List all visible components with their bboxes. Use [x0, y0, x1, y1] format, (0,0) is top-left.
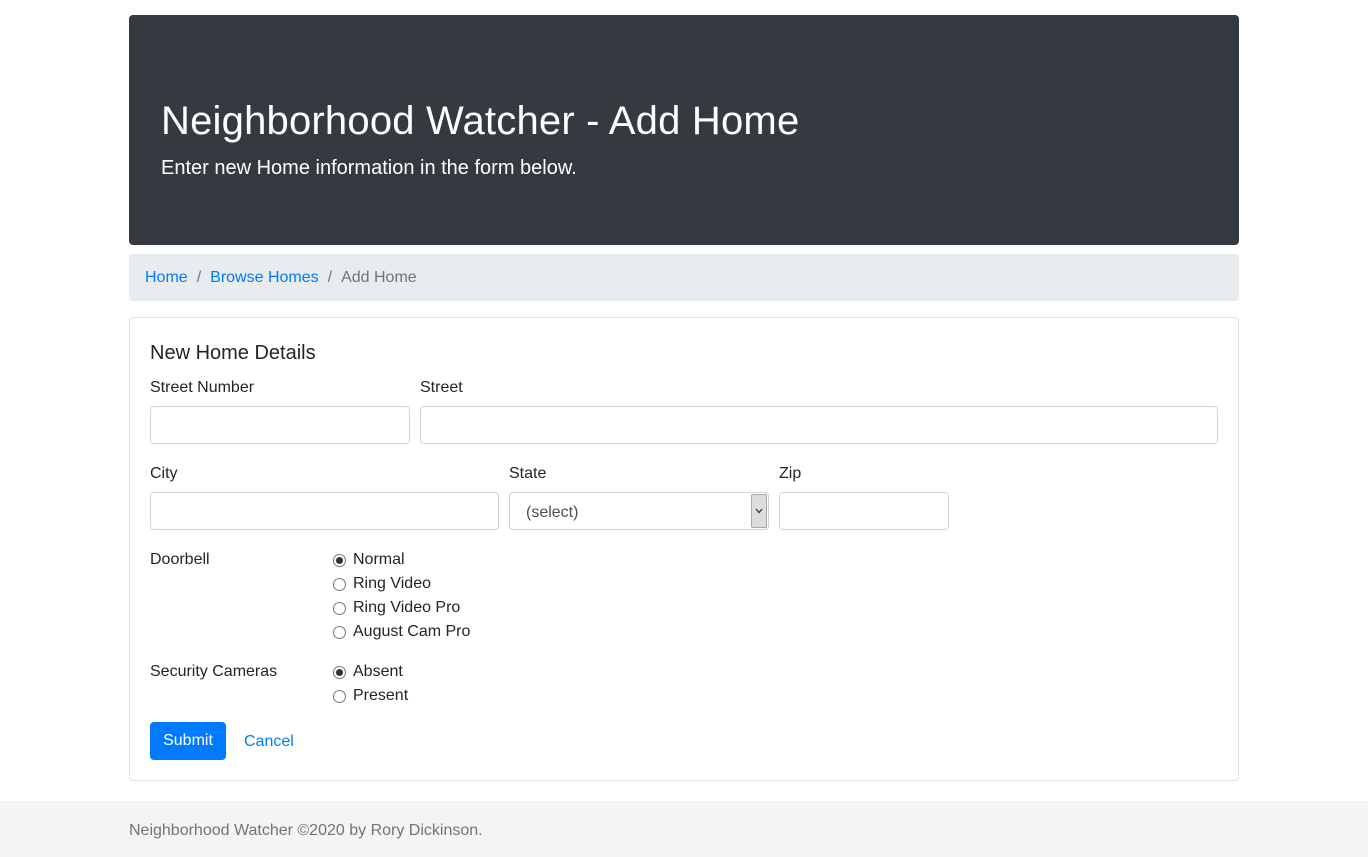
state-select-value: (select)	[526, 504, 579, 521]
doorbell-option-normal[interactable]: Normal	[333, 550, 405, 570]
radio-button[interactable]	[333, 665, 346, 679]
breadcrumb-home-link[interactable]: Home	[145, 268, 188, 288]
footer-text: Neighborhood Watcher ©2020 by Rory Dicki…	[129, 822, 483, 839]
breadcrumb-separator: /	[196, 268, 202, 286]
state-label: State	[509, 465, 547, 482]
radio-button[interactable]	[333, 625, 346, 639]
form-title: New Home Details	[150, 342, 316, 364]
radio-button[interactable]	[333, 553, 346, 567]
street-number-input[interactable]	[150, 406, 410, 444]
cameras-option-present[interactable]: Present	[333, 686, 408, 706]
security-cameras-label: Security Cameras	[150, 663, 278, 680]
doorbell-option-ring-video-pro[interactable]: Ring Video Pro	[333, 598, 460, 618]
breadcrumb-separator: /	[327, 268, 333, 286]
radio-button[interactable]	[333, 577, 346, 591]
chevron-down-icon	[751, 494, 767, 528]
radio-label: Normal	[353, 551, 405, 568]
radio-label: Ring Video	[353, 575, 431, 592]
breadcrumb: Home / Browse Homes / Add Home	[129, 254, 1239, 301]
radio-label: Absent	[353, 663, 403, 680]
breadcrumb-current: Add Home	[341, 268, 417, 286]
zip-input[interactable]	[779, 492, 949, 530]
doorbell-option-august-cam-pro[interactable]: August Cam Pro	[333, 622, 470, 642]
street-number-label: Street Number	[150, 379, 255, 396]
street-label: Street	[420, 379, 463, 396]
new-home-form-card: New Home Details Street Number Street Ci…	[129, 317, 1239, 781]
cancel-link[interactable]: Cancel	[244, 732, 294, 752]
street-input[interactable]	[420, 406, 1218, 444]
radio-button[interactable]	[333, 689, 346, 703]
city-input[interactable]	[150, 492, 499, 530]
state-select[interactable]: (select)	[509, 492, 769, 530]
page-footer: Neighborhood Watcher ©2020 by Rory Dicki…	[0, 801, 1368, 857]
city-label: City	[150, 465, 178, 482]
radio-label: Ring Video Pro	[353, 599, 461, 616]
doorbell-label: Doorbell	[150, 551, 210, 568]
cameras-option-absent[interactable]: Absent	[333, 662, 403, 682]
page-title: Neighborhood Watcher - Add Home	[161, 99, 800, 143]
submit-button[interactable]: Submit	[150, 722, 226, 760]
breadcrumb-browse-homes-link[interactable]: Browse Homes	[210, 268, 318, 288]
page-subtitle: Enter new Home information in the form b…	[161, 157, 577, 179]
zip-label: Zip	[779, 465, 802, 482]
page-header: Neighborhood Watcher - Add Home Enter ne…	[129, 15, 1239, 245]
radio-label: Present	[353, 687, 409, 704]
radio-label: August Cam Pro	[353, 623, 471, 640]
doorbell-option-ring-video[interactable]: Ring Video	[333, 574, 431, 594]
radio-button[interactable]	[333, 601, 346, 615]
